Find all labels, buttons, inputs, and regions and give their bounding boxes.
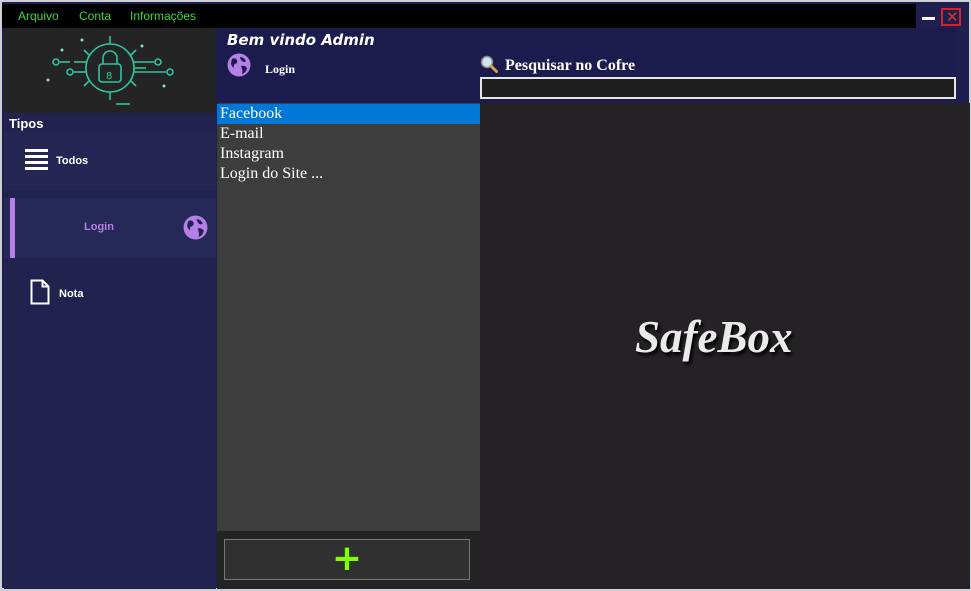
logo: 8 — [4, 28, 216, 113]
menu-lines-icon — [25, 149, 48, 170]
list-item[interactable]: Facebook — [217, 104, 480, 124]
entries-list: Facebook E-mail Instagram Login do Site … — [217, 103, 480, 531]
current-type-label: Login — [265, 62, 296, 76]
document-icon — [30, 279, 50, 305]
close-button[interactable]: ✕ — [941, 8, 961, 26]
app-window: Arquivo Conta Informações ✕ 8 Tipos Todo… — [0, 0, 971, 591]
search-icon — [480, 55, 498, 73]
list-item[interactable]: E-mail — [217, 124, 480, 144]
main-panel: SafeBox — [480, 103, 970, 589]
search-label: Pesquisar no Cofre — [505, 57, 636, 74]
search-input[interactable] — [480, 77, 956, 99]
brand-title: SafeBox — [635, 312, 793, 362]
globe-icon — [183, 215, 208, 240]
welcome-text: Bem vindo Admin — [227, 31, 375, 49]
sidebar-item-label: Nota — [59, 288, 84, 300]
sidebar-item-nota[interactable]: Nota — [4, 264, 216, 324]
add-entry-button[interactable]: + — [224, 538, 470, 580]
selection-indicator — [10, 198, 15, 258]
minimize-button[interactable] — [918, 7, 940, 27]
menu-conta[interactable]: Conta — [79, 9, 111, 23]
sidebar: 8 Tipos Todos Login Nota — [4, 28, 216, 589]
list-item[interactable]: Login do Site ... — [217, 164, 480, 184]
menu-informacoes[interactable]: Informações — [130, 9, 196, 23]
sidebar-item-label: Todos — [56, 155, 89, 167]
header: Bem vindo Admin Login Pesquisar no Cofre — [216, 28, 956, 102]
sidebar-item-login[interactable]: Login — [4, 198, 216, 258]
sidebar-item-todos[interactable]: Todos — [4, 131, 216, 191]
globe-icon — [227, 53, 251, 77]
menu-bar: Arquivo Conta Informações — [2, 4, 916, 28]
types-section-title: Tipos — [9, 116, 44, 131]
close-icon: ✕ — [946, 8, 959, 26]
list-footer: + — [217, 531, 480, 589]
menu-arquivo[interactable]: Arquivo — [18, 9, 59, 23]
plus-icon: + — [331, 538, 363, 579]
list-item[interactable]: Instagram — [217, 144, 480, 164]
padlock-circuit-logo-icon: 8 — [46, 36, 174, 105]
sidebar-item-label: Login — [84, 221, 114, 233]
svg-text:8: 8 — [106, 71, 112, 82]
